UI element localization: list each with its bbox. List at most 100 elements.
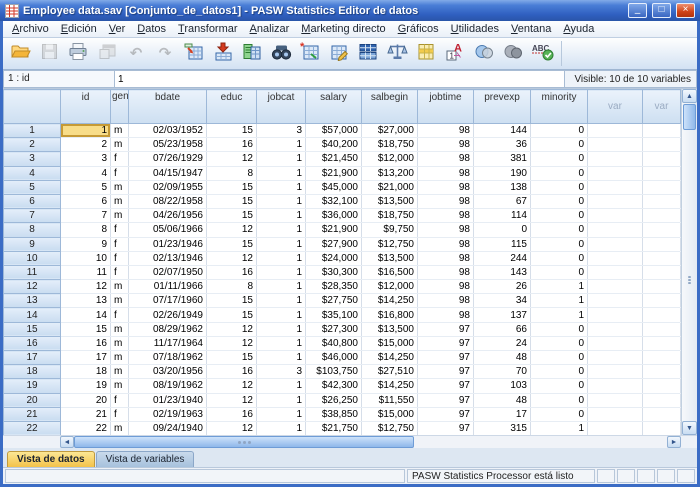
data-cell[interactable]: 04/26/1956: [129, 209, 207, 223]
data-cell[interactable]: 12: [207, 336, 257, 350]
vertical-scroll-thumb[interactable]: [683, 104, 696, 130]
data-cell[interactable]: $11,550: [362, 393, 418, 407]
data-cell[interactable]: $27,000: [362, 124, 418, 138]
data-cell[interactable]: 12: [207, 322, 257, 336]
data-cell[interactable]: 1: [257, 166, 306, 180]
data-cell[interactable]: 1: [257, 421, 306, 435]
data-cell[interactable]: 1: [257, 180, 306, 194]
data-cell[interactable]: 97: [418, 351, 474, 365]
data-cell-empty[interactable]: [643, 237, 681, 251]
data-cell[interactable]: 97: [418, 336, 474, 350]
row-number[interactable]: 15: [4, 322, 61, 336]
data-cell[interactable]: 1: [257, 351, 306, 365]
data-cell-empty[interactable]: [588, 223, 643, 237]
data-cell[interactable]: $13,200: [362, 166, 418, 180]
row-number[interactable]: 8: [4, 223, 61, 237]
variables-button[interactable]: [238, 41, 266, 66]
row-number[interactable]: 7: [4, 209, 61, 223]
data-cell[interactable]: 15: [207, 194, 257, 208]
scroll-down-icon[interactable]: ▼: [682, 421, 697, 435]
data-cell[interactable]: 7: [61, 209, 111, 223]
data-cell[interactable]: m: [111, 194, 129, 208]
data-cell-empty[interactable]: [588, 393, 643, 407]
data-cell[interactable]: 97: [418, 379, 474, 393]
data-cell-empty[interactable]: [643, 223, 681, 237]
data-cell-empty[interactable]: [588, 351, 643, 365]
data-cell[interactable]: 15: [61, 322, 111, 336]
column-header-salbegin[interactable]: salbegin: [362, 90, 418, 124]
data-cell[interactable]: 18: [61, 365, 111, 379]
row-number[interactable]: 4: [4, 166, 61, 180]
pane-splitter-handle[interactable]: [685, 276, 694, 284]
data-cell[interactable]: m: [111, 379, 129, 393]
row-number[interactable]: 3: [4, 152, 61, 166]
menu-utilidades[interactable]: Utilidades: [445, 22, 505, 36]
data-cell[interactable]: $40,200: [306, 138, 362, 152]
data-cell[interactable]: 13: [61, 294, 111, 308]
data-cell[interactable]: 02/07/1950: [129, 265, 207, 279]
data-cell[interactable]: 15: [207, 209, 257, 223]
row-number[interactable]: 21: [4, 407, 61, 421]
menu-ver[interactable]: Ver: [103, 22, 132, 36]
data-cell[interactable]: 12: [61, 280, 111, 294]
data-cell[interactable]: 1: [257, 379, 306, 393]
data-cell-empty[interactable]: [643, 351, 681, 365]
data-cell[interactable]: 17: [474, 407, 531, 421]
row-number[interactable]: 22: [4, 421, 61, 435]
data-cell[interactable]: 67: [474, 194, 531, 208]
data-cell[interactable]: $32,100: [306, 194, 362, 208]
data-cell-empty[interactable]: [643, 421, 681, 435]
data-cell[interactable]: 190: [474, 166, 531, 180]
row-number[interactable]: 14: [4, 308, 61, 322]
data-cell[interactable]: 103: [474, 379, 531, 393]
horizontal-scroll-thumb[interactable]: [74, 436, 414, 448]
data-cell[interactable]: $14,250: [362, 379, 418, 393]
data-cell[interactable]: $12,750: [362, 421, 418, 435]
data-cell[interactable]: 0: [531, 138, 588, 152]
data-cell-empty[interactable]: [643, 379, 681, 393]
data-cell[interactable]: 05/23/1958: [129, 138, 207, 152]
data-cell[interactable]: 15: [207, 294, 257, 308]
spell-check-button[interactable]: ABC: [528, 41, 556, 66]
menu-archivo[interactable]: Archivo: [6, 22, 55, 36]
data-cell-empty[interactable]: [643, 336, 681, 350]
row-number[interactable]: 5: [4, 180, 61, 194]
print-button[interactable]: [64, 41, 92, 66]
data-cell[interactable]: 12: [207, 152, 257, 166]
data-cell-empty[interactable]: [643, 180, 681, 194]
data-cell[interactable]: 3: [61, 152, 111, 166]
menu-analizar[interactable]: Analizar: [244, 22, 296, 36]
data-cell-empty[interactable]: [588, 407, 643, 421]
data-cell[interactable]: 1: [257, 393, 306, 407]
data-cell[interactable]: 5: [61, 180, 111, 194]
data-cell[interactable]: 1: [531, 308, 588, 322]
data-cell[interactable]: $12,000: [362, 152, 418, 166]
data-cell[interactable]: 16: [207, 138, 257, 152]
data-cell[interactable]: $38,850: [306, 407, 362, 421]
data-cell-empty[interactable]: [588, 152, 643, 166]
insert-cases-button[interactable]: *: [296, 41, 324, 66]
row-number[interactable]: 13: [4, 294, 61, 308]
data-cell[interactable]: 0: [474, 223, 531, 237]
data-cell[interactable]: f: [111, 407, 129, 421]
data-cell[interactable]: $30,300: [306, 265, 362, 279]
data-cell[interactable]: 01/11/1966: [129, 280, 207, 294]
data-cell[interactable]: 03/20/1956: [129, 365, 207, 379]
data-cell-empty[interactable]: [588, 308, 643, 322]
column-header-jobcat[interactable]: jobcat: [257, 90, 306, 124]
data-cell[interactable]: $21,000: [362, 180, 418, 194]
column-header-educ[interactable]: educ: [207, 90, 257, 124]
data-cell[interactable]: 98: [418, 280, 474, 294]
data-cell[interactable]: $27,300: [306, 322, 362, 336]
column-header-bdate[interactable]: bdate: [129, 90, 207, 124]
data-cell[interactable]: 1: [257, 265, 306, 279]
data-cell[interactable]: 0: [531, 379, 588, 393]
menu-edici-n[interactable]: Edición: [55, 22, 103, 36]
data-cell[interactable]: 1: [531, 294, 588, 308]
data-cell[interactable]: $45,000: [306, 180, 362, 194]
data-cell[interactable]: f: [111, 393, 129, 407]
data-cell[interactable]: 98: [418, 237, 474, 251]
row-number[interactable]: 10: [4, 251, 61, 265]
data-cell[interactable]: m: [111, 138, 129, 152]
tab-data-view[interactable]: Vista de datos: [7, 451, 95, 467]
